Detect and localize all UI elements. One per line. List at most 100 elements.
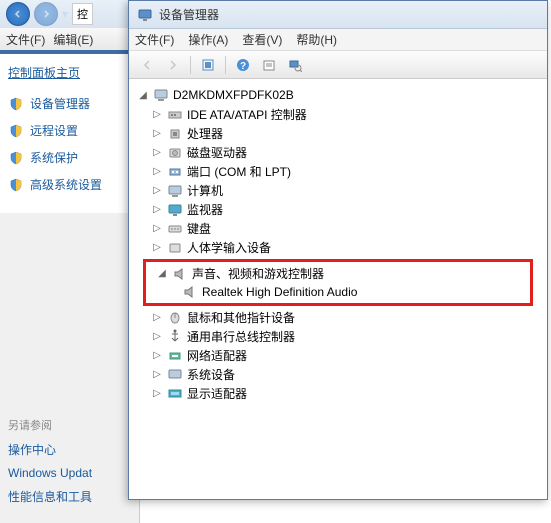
tree-node-network[interactable]: ▷ 网络适配器 bbox=[147, 346, 543, 365]
svg-text:?: ? bbox=[240, 61, 246, 72]
tree-label: 键盘 bbox=[187, 220, 211, 237]
nav-dropdown-icon[interactable]: ▾ bbox=[62, 7, 68, 21]
speaker-icon bbox=[182, 284, 198, 300]
ide-icon bbox=[167, 107, 183, 123]
expand-icon[interactable]: ▷ bbox=[151, 388, 163, 400]
expand-icon[interactable]: ▷ bbox=[151, 242, 163, 254]
expand-icon[interactable]: ▷ bbox=[151, 331, 163, 343]
expand-icon[interactable]: ▷ bbox=[151, 204, 163, 216]
toolbar-properties-button[interactable] bbox=[257, 54, 281, 76]
device-manager-window: 设备管理器 文件(F) 操作(A) 查看(V) 帮助(H) ? ◢ bbox=[128, 0, 548, 500]
monitor-icon bbox=[167, 202, 183, 218]
tree-label: 处理器 bbox=[187, 125, 223, 142]
sidebar-item-protection[interactable]: 系统保护 bbox=[8, 149, 131, 166]
shield-icon bbox=[8, 150, 24, 166]
sidebar-item-advanced[interactable]: 高级系统设置 bbox=[8, 176, 131, 193]
toolbar-separator bbox=[225, 56, 226, 74]
back-titlebar: ▾ 控 bbox=[0, 0, 139, 28]
tree-node-disk[interactable]: ▷ 磁盘驱动器 bbox=[147, 143, 543, 162]
link-action-center[interactable]: 操作中心 bbox=[8, 441, 131, 458]
expand-icon[interactable]: ▷ bbox=[151, 223, 163, 235]
tree-node-keyboard[interactable]: ▷ 键盘 bbox=[147, 219, 543, 238]
toolbar-back-button[interactable] bbox=[135, 54, 159, 76]
tree-root[interactable]: ◢ D2MKDMXFPDFK02B bbox=[133, 85, 543, 105]
tree-label: 鼠标和其他指针设备 bbox=[187, 309, 295, 326]
computer-icon bbox=[153, 87, 169, 103]
hid-icon bbox=[167, 240, 183, 256]
menu-file[interactable]: 文件(F) bbox=[6, 31, 45, 48]
tree-label: 端口 (COM 和 LPT) bbox=[187, 163, 291, 180]
device-tree[interactable]: ◢ D2MKDMXFPDFK02B ▷ IDE ATA/ATAPI 控制器 ▷ … bbox=[129, 79, 547, 499]
expand-icon[interactable]: ▷ bbox=[151, 185, 163, 197]
toolbar-show-hidden-button[interactable] bbox=[196, 54, 220, 76]
shield-icon bbox=[8, 96, 24, 112]
sidebar-item-label: 高级系统设置 bbox=[30, 176, 102, 193]
toolbar-forward-button[interactable] bbox=[161, 54, 185, 76]
display-adapter-icon bbox=[167, 386, 183, 402]
see-also-section: 另请参阅 操作中心 Windows Updat 性能信息和工具 bbox=[8, 417, 131, 513]
tree-node-monitor[interactable]: ▷ 监视器 bbox=[147, 200, 543, 219]
tree-label: Realtek High Definition Audio bbox=[202, 285, 357, 299]
system-icon bbox=[167, 367, 183, 383]
highlighted-sound-section: ◢ 声音、视频和游戏控制器 Realtek High Definition Au… bbox=[143, 259, 533, 306]
tree-node-display[interactable]: ▷ 显示适配器 bbox=[147, 384, 543, 403]
toolbar-scan-button[interactable] bbox=[283, 54, 307, 76]
tree-label: 声音、视频和游戏控制器 bbox=[192, 265, 324, 282]
sidebar-item-remote[interactable]: 远程设置 bbox=[8, 122, 131, 139]
tree-child-realtek[interactable]: Realtek High Definition Audio bbox=[178, 283, 528, 301]
shield-icon bbox=[8, 177, 24, 193]
expand-icon[interactable]: ▷ bbox=[151, 312, 163, 324]
expand-icon[interactable]: ▷ bbox=[151, 369, 163, 381]
tree-label: 计算机 bbox=[187, 182, 223, 199]
control-panel-sidebar: 控制面板主页 设备管理器 远程设置 系统保护 高级系统设置 bbox=[0, 54, 139, 213]
toolbar-help-button[interactable]: ? bbox=[231, 54, 255, 76]
expand-icon[interactable]: ▷ bbox=[151, 128, 163, 140]
tree-node-hid[interactable]: ▷ 人体学输入设备 bbox=[147, 238, 543, 257]
link-windows-update[interactable]: Windows Updat bbox=[8, 466, 131, 480]
tree-label: 监视器 bbox=[187, 201, 223, 218]
network-icon bbox=[167, 348, 183, 364]
tree-node-system[interactable]: ▷ 系统设备 bbox=[147, 365, 543, 384]
tree-node-sound[interactable]: ◢ 声音、视频和游戏控制器 bbox=[152, 264, 528, 283]
collapse-icon[interactable]: ◢ bbox=[137, 89, 149, 101]
dm-toolbar: ? bbox=[129, 51, 547, 79]
expand-icon[interactable]: ▷ bbox=[151, 109, 163, 121]
sidebar-item-label: 远程设置 bbox=[30, 122, 78, 139]
tree-label: 显示适配器 bbox=[187, 385, 247, 402]
tree-node-usb[interactable]: ▷ 通用串行总线控制器 bbox=[147, 327, 543, 346]
cpu-icon bbox=[167, 126, 183, 142]
sidebar-item-label: 系统保护 bbox=[30, 149, 78, 166]
nav-back-button[interactable] bbox=[6, 2, 30, 26]
tree-node-ports[interactable]: ▷ 端口 (COM 和 LPT) bbox=[147, 162, 543, 181]
tree-label: 系统设备 bbox=[187, 366, 235, 383]
tree-node-computer[interactable]: ▷ 计算机 bbox=[147, 181, 543, 200]
sidebar-item-device-manager[interactable]: 设备管理器 bbox=[8, 95, 131, 112]
speaker-icon bbox=[172, 266, 188, 282]
tree-label: 通用串行总线控制器 bbox=[187, 328, 295, 345]
breadcrumb[interactable]: 控 bbox=[72, 3, 93, 25]
menu-view[interactable]: 查看(V) bbox=[242, 31, 282, 48]
collapse-icon[interactable]: ◢ bbox=[156, 268, 168, 280]
control-panel-window: ▾ 控 文件(F) 编辑(E) 控制面板主页 设备管理器 远程设置 系统保护 bbox=[0, 0, 140, 523]
tree-node-ide[interactable]: ▷ IDE ATA/ATAPI 控制器 bbox=[147, 105, 543, 124]
tree-node-cpu[interactable]: ▷ 处理器 bbox=[147, 124, 543, 143]
expand-icon[interactable]: ▷ bbox=[151, 166, 163, 178]
cp-home-link[interactable]: 控制面板主页 bbox=[8, 64, 131, 81]
menu-file[interactable]: 文件(F) bbox=[135, 31, 174, 48]
tree-label: 人体学输入设备 bbox=[187, 239, 271, 256]
port-icon bbox=[167, 164, 183, 180]
menu-help[interactable]: 帮助(H) bbox=[296, 31, 337, 48]
tree-label: IDE ATA/ATAPI 控制器 bbox=[187, 106, 307, 123]
menu-action[interactable]: 操作(A) bbox=[188, 31, 228, 48]
tree-node-mouse[interactable]: ▷ 鼠标和其他指针设备 bbox=[147, 308, 543, 327]
dm-titlebar: 设备管理器 bbox=[129, 1, 547, 29]
usb-icon bbox=[167, 329, 183, 345]
expand-icon[interactable]: ▷ bbox=[151, 147, 163, 159]
link-performance[interactable]: 性能信息和工具 bbox=[8, 488, 131, 505]
nav-forward-button[interactable] bbox=[34, 2, 58, 26]
sidebar-item-label: 设备管理器 bbox=[30, 95, 90, 112]
expand-icon[interactable]: ▷ bbox=[151, 350, 163, 362]
device-manager-icon bbox=[137, 7, 153, 23]
menu-edit[interactable]: 编辑(E) bbox=[53, 31, 93, 48]
mouse-icon bbox=[167, 310, 183, 326]
